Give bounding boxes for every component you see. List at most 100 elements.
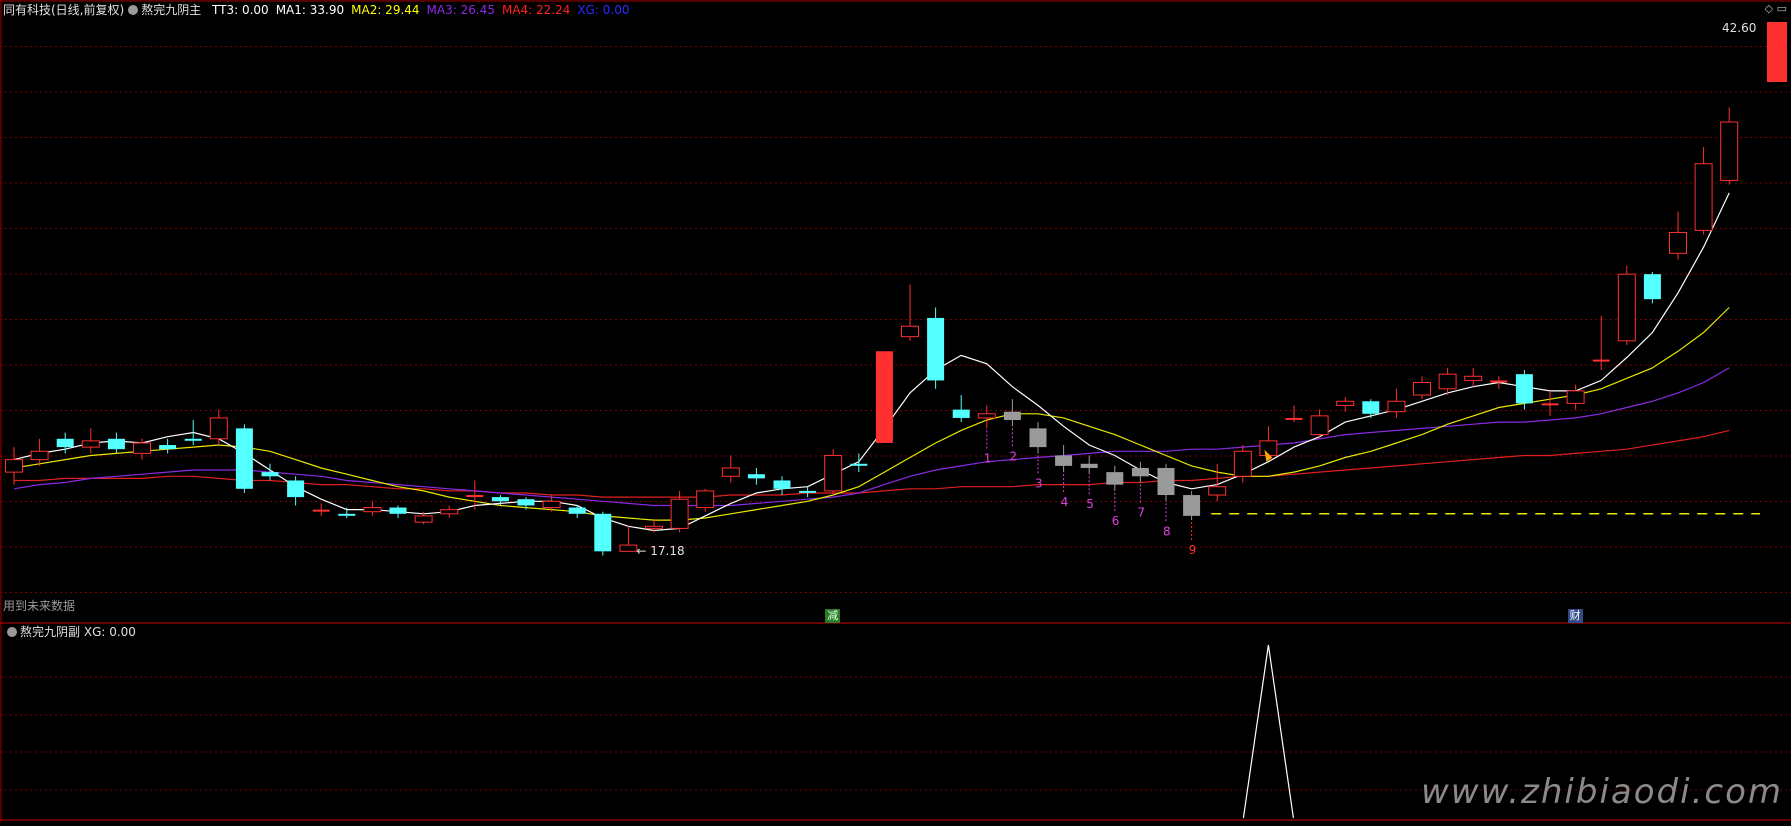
candle-body: [287, 480, 305, 498]
candle-body: [875, 351, 893, 443]
ma4-line: [14, 429, 1730, 498]
candle-body: [1541, 403, 1559, 406]
candle-body: [440, 509, 459, 515]
candle-body: [1592, 359, 1610, 362]
indicator-value: MA4: 22.24: [501, 3, 571, 17]
candle-body: [1694, 163, 1713, 231]
candle-body: [133, 442, 151, 454]
candle-body: [184, 438, 202, 441]
gear-icon[interactable]: [128, 5, 139, 15]
indicator-value: TT3: 0.00: [212, 3, 269, 17]
candle-body: [414, 515, 433, 523]
count-label: 3: [1035, 476, 1043, 490]
candle-body: [1669, 231, 1687, 254]
chart-stage: 1 2 3 4 5 6 7 8 9 同有科技(日线,前复权) 熬完九阴主 TT3: 0.00 MA1…: [0, 0, 1791, 822]
candle-body: [1157, 467, 1175, 496]
candle-body: [363, 507, 382, 513]
indicator-value: MA2: 29.44: [351, 3, 420, 17]
candle-body: [824, 454, 843, 492]
candle-body: [1285, 417, 1303, 420]
candle-body: [466, 495, 484, 498]
indicator-values: TT3: 0.00 MA1: 33.90 MA2: 29.44 MA3: 26.45 M…: [205, 3, 629, 17]
count-label: 7: [1137, 506, 1145, 520]
count-label: 5: [1086, 497, 1094, 511]
candle-body: [81, 440, 100, 448]
main-header: 同有科技(日线,前复权) 熬完九阴主 TT3: 0.00 MA1: 33.90 MA2…: [3, 2, 630, 18]
sub-header: 熬完九阴副 XG: 0.00: [3, 624, 136, 640]
candle-body: [312, 509, 330, 512]
candle-body: [1387, 400, 1406, 413]
candle-body: [927, 317, 945, 381]
count-label: 1: [984, 451, 992, 465]
count-label: 2: [1009, 449, 1017, 463]
candle-body: [1003, 411, 1021, 421]
candle-body: [235, 428, 253, 489]
candle-body: [261, 472, 279, 477]
candle-body: [850, 463, 868, 466]
indicator-value: MA3: 26.45: [426, 3, 495, 17]
candle-body: [542, 500, 561, 509]
candle-body: [696, 490, 715, 509]
stock-title: 同有科技(日线,前复权): [3, 3, 125, 17]
candle-body: [952, 409, 970, 418]
candle-body: [1617, 273, 1636, 342]
candle-body: [1080, 463, 1098, 468]
candle-body: [1490, 380, 1508, 383]
limit-indicator: [1767, 22, 1787, 82]
watermark: www.zhibiaodi.com: [1420, 772, 1783, 812]
candle-body: [901, 325, 919, 338]
candle-body: [1566, 390, 1585, 404]
high-price-label: 42.60: [1722, 21, 1757, 35]
low-price-label: ← 17.18: [636, 543, 685, 558]
candle-body: [747, 474, 765, 479]
candle-body: [1336, 400, 1355, 406]
candle-body: [1106, 472, 1124, 485]
gear-icon[interactable]: [7, 627, 17, 637]
indicator-value: MA1: 33.90: [275, 3, 345, 17]
candle-body: [1055, 455, 1073, 466]
candle-body: [1362, 401, 1380, 414]
signal-badge: 财: [1567, 609, 1583, 623]
candle-body: [1310, 415, 1329, 436]
candle-body: [645, 525, 663, 529]
candle-body: [619, 544, 638, 552]
candle-body: [517, 499, 535, 506]
candle-body: [1464, 375, 1483, 381]
candle-body: [568, 507, 586, 514]
candle-body: [56, 438, 74, 448]
count-label: 6: [1112, 514, 1120, 528]
candle-body: [491, 497, 509, 502]
future-data-note: 用到未来数据: [3, 599, 76, 613]
candle-body: [107, 438, 125, 450]
candle-body: [594, 513, 612, 552]
candle-body: [338, 513, 356, 516]
candle-body: [1233, 450, 1252, 477]
candle-body: [1208, 486, 1227, 496]
count-label: 9: [1189, 543, 1197, 557]
signal-badge: 减: [825, 609, 841, 623]
candle-body: [1438, 373, 1457, 390]
candle-body: [799, 490, 817, 493]
window-controls-icon[interactable]: ◇ ▭: [1765, 2, 1787, 15]
sub-indicator-value: XG: 0.00: [83, 625, 136, 639]
sub-indicator-name[interactable]: 熬完九阴副: [20, 625, 80, 639]
candle-body: [159, 445, 177, 450]
count-label: 8: [1163, 524, 1171, 538]
candle-body: [389, 507, 407, 514]
candle-body: [1131, 467, 1149, 477]
candle-body: [1720, 121, 1739, 181]
candle-body: [5, 459, 23, 473]
candle-body: [1413, 382, 1431, 396]
ma3-line: [13, 367, 1730, 507]
count-label: 4: [1061, 495, 1069, 509]
candle-body: [977, 413, 996, 419]
candle-body: [773, 480, 791, 489]
xg-signal-spike: [1242, 644, 1294, 819]
candle-body: [209, 417, 228, 440]
main-indicator-name[interactable]: 熬完九阴主: [141, 3, 201, 17]
candle-body: [721, 467, 740, 477]
candle-body: [1029, 428, 1047, 448]
indicator-value: XG: 0.00: [577, 3, 630, 17]
candle-body: [1515, 374, 1533, 404]
chart-svg[interactable]: 1 2 3 4 5 6 7 8 9: [0, 0, 1791, 822]
